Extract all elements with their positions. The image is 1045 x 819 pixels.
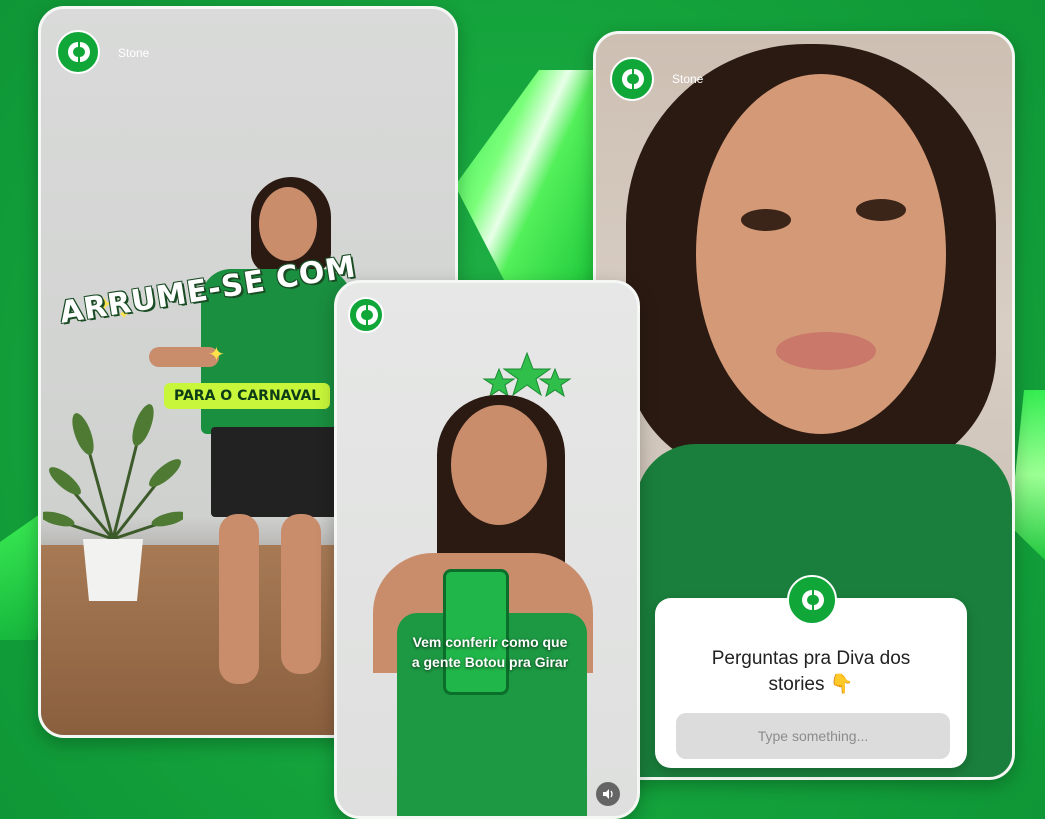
question-title: Perguntas pra Diva dos stories 👇 [676,646,946,698]
question-title-line1: Perguntas pra Diva dos [711,648,911,669]
brand-name: Stone [118,46,150,60]
decorative-ribbon [1010,390,1045,560]
video-caption: Vem conferir como que a gente Botou pra … [395,632,585,672]
volume-icon[interactable] [596,782,620,806]
caption-line2: a gente Botou pra Girar [411,654,569,670]
stone-logo-icon [787,575,837,625]
decorative-ribbon [455,70,595,280]
sparkle-icon: ✦ [208,344,225,366]
stone-logo-icon[interactable] [610,57,654,101]
plant-illustration [43,404,183,601]
caption-line1: Vem conferir como que [412,634,568,650]
stone-logo-icon[interactable] [56,30,100,74]
sticker-subtitle: PARA O CARNAVAL [164,383,331,409]
pointing-down-icon: 👇 [829,674,854,695]
question-title-line2: stories [768,674,825,695]
stone-logo-icon[interactable] [348,297,384,333]
story-card-middle[interactable] [334,280,640,819]
brand-name: Stone [672,72,704,86]
question-input[interactable] [676,713,950,759]
